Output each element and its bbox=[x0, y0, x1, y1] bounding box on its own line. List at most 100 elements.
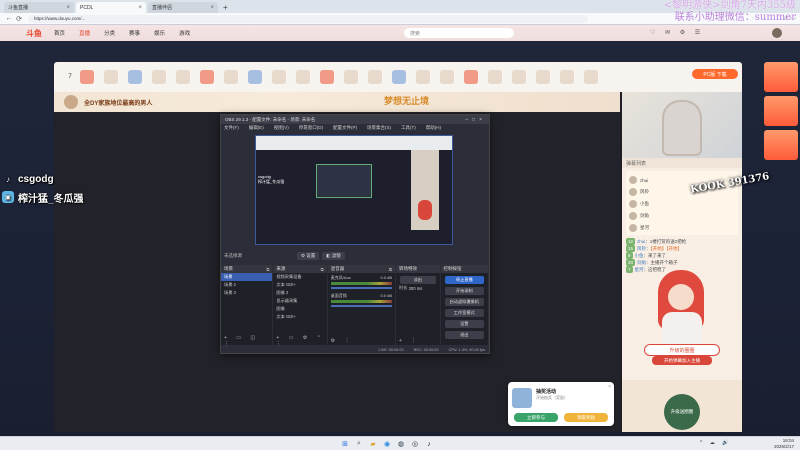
new-tab-button[interactable]: + bbox=[223, 2, 228, 13]
gift-icon[interactable] bbox=[368, 70, 382, 84]
duration-value[interactable]: 300 ms bbox=[409, 286, 423, 291]
transition-select[interactable]: 淡出 bbox=[400, 276, 436, 284]
dock-menu-icon[interactable]: ⧉ bbox=[266, 267, 272, 272]
source-item[interactable]: 图像 2 bbox=[273, 289, 326, 297]
tiktok-app-icon[interactable]: ♪ bbox=[424, 439, 434, 449]
chat-user[interactable]: 小鱼 bbox=[635, 253, 644, 258]
gift-icon[interactable] bbox=[488, 70, 502, 84]
gift-icon[interactable] bbox=[224, 70, 238, 84]
menu-help[interactable]: 帮助(H) bbox=[426, 125, 441, 131]
menu-profile[interactable]: 配置文件(P) bbox=[333, 125, 357, 131]
menu-scene-collection[interactable]: 场景集合(S) bbox=[367, 125, 391, 131]
rank-row[interactable]: 剑角 bbox=[629, 210, 735, 222]
volume-slider[interactable] bbox=[330, 287, 393, 289]
source-item[interactable]: 显示器采集 bbox=[273, 297, 326, 305]
gift-icon[interactable] bbox=[560, 70, 574, 84]
back-icon[interactable]: ← bbox=[4, 15, 14, 22]
settings-button[interactable]: 设置 bbox=[444, 320, 484, 328]
gift-icon[interactable] bbox=[296, 70, 310, 84]
join-button[interactable]: 立即参与 bbox=[514, 413, 558, 422]
gift-icon[interactable] bbox=[272, 70, 286, 84]
gift-icon[interactable] bbox=[248, 70, 262, 84]
gift-icon[interactable] bbox=[152, 70, 166, 84]
header-icons[interactable]: ♡ ✉ ⚙ ☰ bbox=[650, 29, 704, 36]
promo-circle[interactable]: 升级送圈圈 bbox=[664, 394, 700, 430]
file-explorer-icon[interactable]: ▰ bbox=[368, 439, 378, 449]
url-field[interactable]: https://www.douyu.com/... bbox=[28, 14, 588, 23]
gift-icon[interactable] bbox=[320, 70, 334, 84]
virtual-camera-button[interactable]: 启动虚拟摄像机 bbox=[444, 298, 484, 306]
gift-icon[interactable] bbox=[584, 70, 598, 84]
menu-edit[interactable]: 编辑(E) bbox=[249, 125, 264, 131]
mixer-dock-footer[interactable]: ⚙ ⋮ bbox=[328, 336, 395, 345]
chat-user[interactable]: 风铃 bbox=[637, 246, 646, 251]
start-recording-button[interactable]: 开始录制 bbox=[444, 287, 484, 295]
refresh-icon[interactable]: ⟳ bbox=[14, 15, 24, 23]
transitions-dock-footer[interactable]: + ⋮ bbox=[396, 336, 440, 345]
filters-button[interactable]: ◧ 滤镜 bbox=[322, 252, 345, 260]
search-icon[interactable]: ⌕ bbox=[354, 439, 364, 449]
scene-item[interactable]: 场景 bbox=[221, 273, 273, 281]
ad-tile[interactable] bbox=[764, 62, 798, 92]
source-item[interactable]: 文本 GDI+ bbox=[273, 313, 326, 321]
obs-preview[interactable]: csgodg 榨汁猛_冬瓜强 bbox=[255, 135, 453, 245]
windows-start-icon[interactable]: ⊞ bbox=[340, 439, 350, 449]
nav-item-category[interactable]: 分类 bbox=[104, 29, 115, 37]
gift-icon[interactable] bbox=[176, 70, 190, 84]
menu-view[interactable]: 视图(V) bbox=[274, 125, 289, 131]
promo-badge[interactable]: 升级的圈圈 bbox=[644, 344, 720, 356]
steam-icon[interactable]: ◍ bbox=[396, 439, 406, 449]
volume-slider[interactable] bbox=[330, 305, 393, 307]
site-logo[interactable]: 斗鱼 bbox=[26, 28, 42, 39]
ad-tile[interactable] bbox=[764, 96, 798, 126]
source-item[interactable]: 视频采集设备 bbox=[273, 273, 326, 281]
avatar[interactable] bbox=[772, 28, 782, 38]
source-item[interactable]: 文本 GDI+ bbox=[273, 281, 326, 289]
gift-icon[interactable] bbox=[392, 70, 406, 84]
gift-icon[interactable] bbox=[464, 70, 478, 84]
rank-row[interactable]: 星河 bbox=[629, 222, 735, 234]
gift-icon[interactable] bbox=[200, 70, 214, 84]
browser-tab[interactable]: 斗鱼直播 × bbox=[4, 2, 74, 13]
gift-icon[interactable] bbox=[104, 70, 118, 84]
close-tab-icon[interactable]: × bbox=[210, 5, 214, 11]
claim-button[interactable]: 领取奖励 bbox=[564, 413, 608, 422]
scenes-dock-footer[interactable]: + ▭ ◫ ⋮ bbox=[221, 335, 272, 347]
close-tab-icon[interactable]: × bbox=[138, 5, 142, 11]
exit-button[interactable]: 退出 bbox=[444, 331, 484, 339]
gift-icon[interactable] bbox=[128, 70, 142, 84]
gift-icon[interactable] bbox=[80, 70, 94, 84]
dock-menu-icon[interactable]: ⧉ bbox=[389, 267, 395, 272]
search-input[interactable]: 搜索 bbox=[404, 28, 514, 38]
nav-item-entertainment[interactable]: 娱乐 bbox=[154, 29, 165, 37]
dock-menu-icon[interactable]: ⧉ bbox=[321, 267, 327, 272]
gift-icon[interactable] bbox=[344, 70, 358, 84]
chat-user[interactable]: zhui bbox=[637, 239, 645, 244]
system-tray[interactable]: ^ ☁ 🔊 bbox=[700, 440, 731, 446]
browser-tab[interactable]: 直播伴侣 × bbox=[148, 2, 218, 13]
close-icon[interactable]: × bbox=[608, 384, 611, 390]
taskbar-clock[interactable]: 18:04 2026/2/17 bbox=[774, 438, 794, 450]
browser-tab-active[interactable]: PCDL × bbox=[76, 2, 146, 13]
obs-icon[interactable]: ◎ bbox=[410, 439, 420, 449]
scene-item[interactable]: 场景 2 bbox=[221, 281, 272, 289]
window-controls[interactable]: –□× bbox=[465, 117, 489, 123]
gift-icon[interactable] bbox=[440, 70, 454, 84]
gift-icon[interactable] bbox=[536, 70, 550, 84]
nav-item-events[interactable]: 赛事 bbox=[129, 29, 140, 37]
scene-item[interactable]: 场景 3 bbox=[221, 289, 272, 297]
nav-item-live[interactable]: 直播 bbox=[79, 29, 90, 37]
pc-download-button[interactable]: PC版 下载 bbox=[692, 69, 738, 79]
ad-tile[interactable] bbox=[764, 130, 798, 160]
chat-user[interactable]: 剑角 bbox=[637, 260, 646, 265]
browser-icon[interactable]: ◉ bbox=[382, 439, 392, 449]
stop-streaming-button[interactable]: 停止直播 bbox=[444, 276, 484, 284]
source-item[interactable]: 图像 bbox=[273, 305, 326, 313]
studio-mode-button[interactable]: 工作室模式 bbox=[444, 309, 484, 317]
menu-file[interactable]: 文件(F) bbox=[224, 125, 239, 131]
rank-row[interactable]: 小鱼 bbox=[629, 198, 735, 210]
properties-button[interactable]: ⚙ 设置 bbox=[297, 252, 320, 260]
promo-sub-badge[interactable]: 开始弹幕加入主播 bbox=[652, 356, 712, 365]
sources-dock-footer[interactable]: + ▭ ⚙ ⌃ ⋮ bbox=[273, 335, 326, 347]
nav-item-games[interactable]: 游戏 bbox=[179, 29, 190, 37]
